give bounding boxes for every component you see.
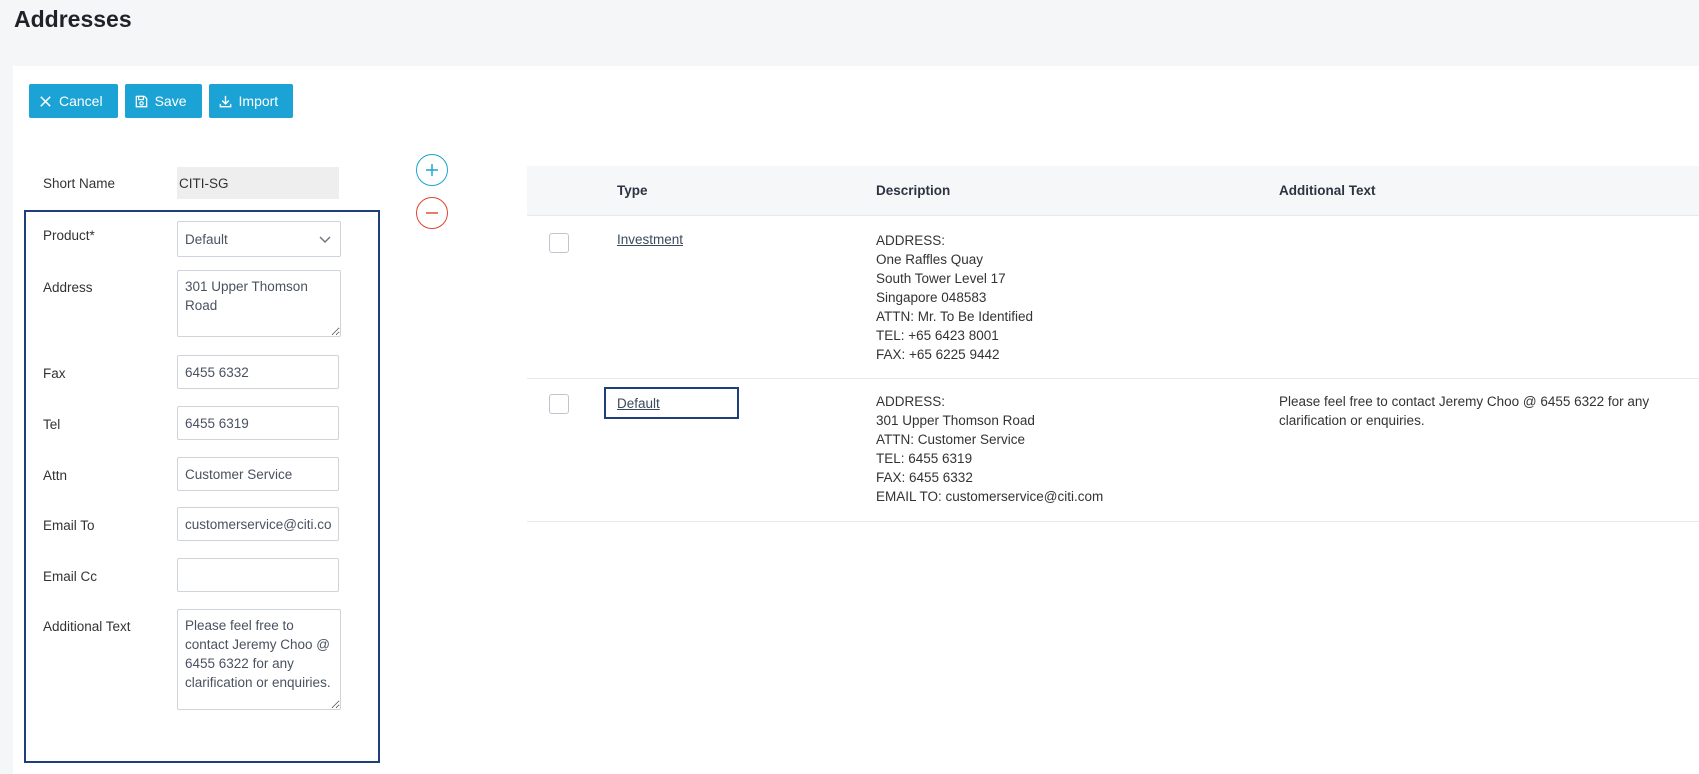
tel-label: Tel: [43, 417, 61, 432]
product-select-value: Default: [185, 231, 228, 247]
description-line: FAX: 6455 6332: [876, 470, 973, 485]
description-line: ATTN: Mr. To Be Identified: [876, 309, 1034, 324]
description-line: 301 Upper Thomson Road: [876, 413, 1035, 428]
email-to-label: Email To: [43, 518, 95, 533]
fax-input[interactable]: [177, 355, 339, 389]
row-checkbox[interactable]: [549, 394, 569, 414]
description-line: EMAIL TO: customerservice@citi.com: [876, 489, 1104, 504]
row-additional-text: Please feel free to contact Jeremy Choo …: [1279, 394, 1650, 428]
address-label: Address: [43, 280, 93, 295]
main-panel: Cancel Save Import Short Name CITI-SG Pr…: [13, 66, 1699, 774]
column-header-type[interactable]: Type: [617, 183, 648, 198]
row-description: ADDRESS: 301 Upper Thomson Road ATTN: Cu…: [876, 392, 1103, 506]
row-description: ADDRESS: One Raffles Quay South Tower Le…: [876, 231, 1033, 364]
plus-icon: [426, 164, 438, 176]
email-cc-input[interactable]: [177, 558, 339, 592]
table-row: Default ADDRESS: 301 Upper Thomson Road …: [527, 379, 1699, 522]
add-address-button[interactable]: [416, 154, 448, 186]
attn-label: Attn: [43, 468, 68, 483]
import-button[interactable]: Import: [208, 84, 294, 118]
description-line: ADDRESS:: [876, 394, 946, 409]
description-line: Singapore 048583: [876, 290, 987, 305]
type-link-default[interactable]: Default: [604, 387, 739, 419]
product-select[interactable]: Default: [177, 221, 341, 257]
description-line: ATTN: Customer Service: [876, 432, 1026, 447]
description-line: TEL: +65 6423 8001: [876, 328, 999, 343]
minus-icon: [426, 212, 438, 214]
tel-input[interactable]: [177, 406, 339, 440]
email-cc-label: Email Cc: [43, 569, 98, 584]
import-button-label: Import: [238, 93, 279, 109]
table-header: Type Description Additional Text: [527, 166, 1699, 216]
remove-address-button[interactable]: [416, 197, 448, 229]
short-name-value: CITI-SG: [177, 167, 339, 199]
floppy-disk-icon: [135, 95, 147, 107]
column-header-additional-text[interactable]: Additional Text: [1279, 183, 1376, 198]
close-icon: [40, 95, 51, 107]
address-textarea[interactable]: 301 Upper Thomson Road: [177, 270, 341, 337]
description-line: FAX: +65 6225 9442: [876, 347, 1000, 362]
chevron-down-icon: [319, 236, 331, 243]
description-line: ADDRESS:: [876, 233, 946, 248]
description-line: One Raffles Quay: [876, 252, 984, 267]
additional-text-textarea[interactable]: Please feel free to contact Jeremy Choo …: [177, 609, 341, 710]
addresses-table: Type Description Additional Text Investm…: [527, 166, 1699, 522]
email-to-input[interactable]: [177, 507, 339, 541]
fax-label: Fax: [43, 366, 66, 381]
cancel-button-label: Cancel: [59, 93, 103, 109]
column-header-description[interactable]: Description: [876, 183, 950, 198]
additional-text-label: Additional Text: [43, 619, 131, 634]
short-name-label: Short Name: [43, 176, 116, 191]
page-title: Addresses: [14, 6, 132, 32]
product-label: Product*: [43, 228, 95, 243]
description-line: TEL: 6455 6319: [876, 451, 973, 466]
cancel-button[interactable]: Cancel: [29, 84, 118, 118]
type-link-investment[interactable]: Investment: [617, 232, 683, 247]
row-checkbox[interactable]: [549, 233, 569, 253]
attn-input[interactable]: [177, 457, 339, 491]
description-line: South Tower Level 17: [876, 271, 1006, 286]
save-button[interactable]: Save: [124, 84, 202, 118]
table-row: Investment ADDRESS: One Raffles Quay Sou…: [527, 216, 1699, 379]
download-icon: [219, 95, 231, 107]
toolbar: Cancel Save Import: [29, 84, 294, 118]
save-button-label: Save: [154, 93, 187, 109]
